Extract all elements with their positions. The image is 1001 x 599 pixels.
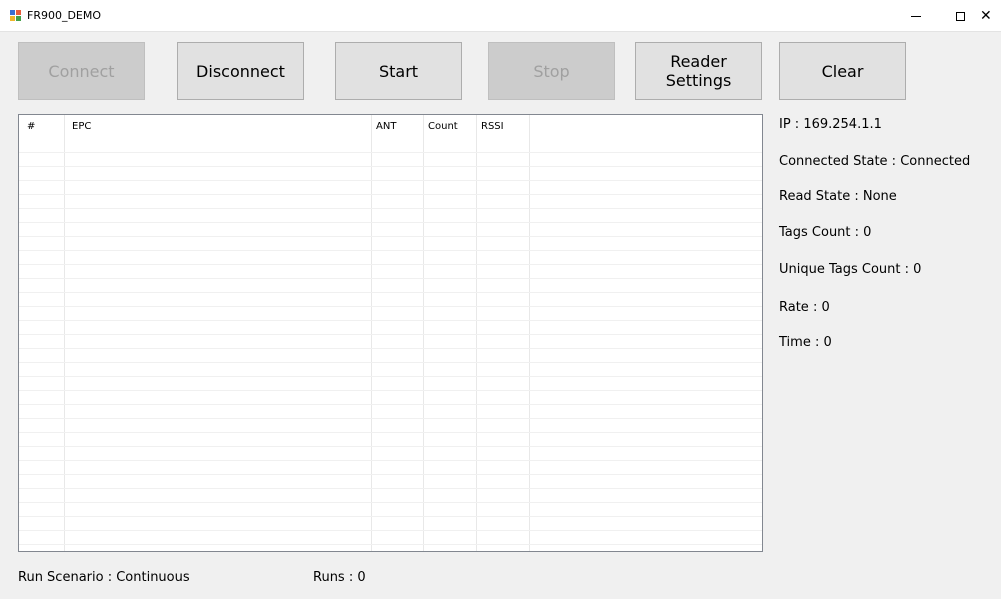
run-scenario-label: Run Scenario : Continuous [18, 570, 190, 585]
disconnect-button[interactable]: Disconnect [177, 42, 304, 100]
grid-row-line [19, 348, 762, 349]
grid-row-line [19, 208, 762, 209]
tags-count-label: Tags Count : 0 [779, 225, 872, 240]
grid-row-line [19, 474, 762, 475]
time-label: Time : 0 [779, 335, 832, 350]
grid-row-line [19, 418, 762, 419]
grid-row-line [19, 222, 762, 223]
grid-row-line [19, 544, 762, 545]
ip-label: IP : 169.254.1.1 [779, 117, 882, 132]
grid-row-line [19, 530, 762, 531]
column-header-count[interactable]: Count [423, 115, 476, 138]
column-header-ant[interactable]: ANT [371, 115, 423, 138]
grid-row-line [19, 376, 762, 377]
grid-row-line [19, 264, 762, 265]
app-window: FR900_DEMO ✕ Connect Disconnect Start St… [0, 0, 1001, 599]
grid-row-line [19, 194, 762, 195]
close-button[interactable]: ✕ [980, 0, 1001, 32]
column-header-index[interactable]: # [19, 115, 64, 138]
grid-row-line [19, 460, 762, 461]
grid-row-line [19, 516, 762, 517]
column-header-rssi[interactable]: RSSI [476, 115, 529, 138]
list-header: # EPC ANT Count RSSI [19, 115, 762, 138]
grid-row-line [19, 278, 762, 279]
clear-button[interactable]: Clear [779, 42, 906, 100]
column-header-epc[interactable]: EPC [64, 115, 371, 138]
unique-tags-count-label: Unique Tags Count : 0 [779, 262, 922, 277]
grid-row-line [19, 292, 762, 293]
grid-row-line [19, 362, 762, 363]
window-title: FR900_DEMO [27, 9, 102, 22]
grid-row-line [19, 320, 762, 321]
close-icon: ✕ [980, 8, 992, 24]
maximize-button[interactable] [940, 0, 980, 32]
maximize-icon [955, 11, 965, 21]
tag-list-view[interactable]: # EPC ANT Count RSSI [18, 114, 763, 552]
connected-state-label: Connected State : Connected [779, 154, 971, 169]
grid-row-line [19, 152, 762, 153]
grid-row-line [19, 306, 762, 307]
connect-button[interactable]: Connect [18, 42, 145, 100]
start-button[interactable]: Start [335, 42, 462, 100]
rate-label: Rate : 0 [779, 300, 830, 315]
grid-row-line [19, 236, 762, 237]
grid-row-line [19, 334, 762, 335]
grid-row-line [19, 180, 762, 181]
grid-row-line [19, 502, 762, 503]
grid-row-line [19, 166, 762, 167]
runs-label: Runs : 0 [313, 570, 366, 585]
read-state-label: Read State : None [779, 189, 897, 204]
grid-row-line [19, 446, 762, 447]
grid-row-line [19, 250, 762, 251]
reader-settings-button[interactable]: Reader Settings [635, 42, 762, 100]
stop-button[interactable]: Stop [488, 42, 615, 100]
grid-row-line [19, 432, 762, 433]
minimize-button[interactable] [896, 0, 936, 32]
grid-row-line [19, 390, 762, 391]
grid-row-line [19, 404, 762, 405]
app-icon [10, 10, 22, 22]
minimize-icon [911, 15, 921, 17]
grid-row-line [19, 488, 762, 489]
title-bar[interactable]: FR900_DEMO ✕ [0, 0, 1001, 32]
